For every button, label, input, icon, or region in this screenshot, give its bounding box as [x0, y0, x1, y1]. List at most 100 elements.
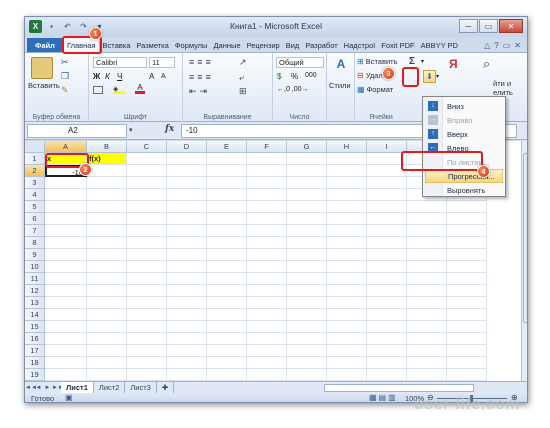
row-header-17[interactable]: 17 — [25, 345, 45, 357]
cell-i18[interactable] — [367, 357, 407, 369]
cell-h8[interactable] — [327, 237, 367, 249]
cell-e15[interactable] — [207, 321, 247, 333]
cell-d15[interactable] — [167, 321, 207, 333]
cell-a15[interactable] — [45, 321, 87, 333]
currency-icon[interactable]: $ — [277, 72, 281, 81]
cell-i8[interactable] — [367, 237, 407, 249]
cell-a19[interactable] — [45, 369, 87, 381]
cell-k10[interactable] — [447, 261, 487, 273]
tab-page-layout[interactable]: Разметка — [133, 38, 171, 52]
format-painter-icon[interactable]: ✎ — [61, 85, 69, 96]
cell-c18[interactable] — [127, 357, 167, 369]
column-header-e[interactable]: E — [207, 141, 247, 153]
cell-h2[interactable] — [327, 165, 367, 177]
cell-g7[interactable] — [287, 225, 327, 237]
cell-a5[interactable] — [45, 201, 87, 213]
cell-g6[interactable] — [287, 213, 327, 225]
insert-function-icon[interactable]: fx — [165, 124, 174, 134]
cell-d13[interactable] — [167, 297, 207, 309]
cell-b17[interactable] — [87, 345, 127, 357]
cell-e7[interactable] — [207, 225, 247, 237]
cell-i4[interactable] — [367, 189, 407, 201]
cell-c5[interactable] — [127, 201, 167, 213]
cell-i17[interactable] — [367, 345, 407, 357]
orientation-icon[interactable]: ↗ — [239, 57, 247, 68]
cell-j12[interactable] — [407, 285, 447, 297]
cell-g16[interactable] — [287, 333, 327, 345]
cell-a12[interactable] — [45, 285, 87, 297]
cell-j6[interactable] — [407, 213, 447, 225]
row-header-3[interactable]: 3 — [25, 177, 45, 189]
cell-h13[interactable] — [327, 297, 367, 309]
cell-f5[interactable] — [247, 201, 287, 213]
cell-a7[interactable] — [45, 225, 87, 237]
cell-d1[interactable] — [167, 153, 207, 165]
cell-d18[interactable] — [167, 357, 207, 369]
row-header-18[interactable]: 18 — [25, 357, 45, 369]
cell-a8[interactable] — [45, 237, 87, 249]
row-header-7[interactable]: 7 — [25, 225, 45, 237]
cell-f11[interactable] — [247, 273, 287, 285]
cell-d8[interactable] — [167, 237, 207, 249]
cell-c12[interactable] — [127, 285, 167, 297]
cell-d11[interactable] — [167, 273, 207, 285]
cell-f12[interactable] — [247, 285, 287, 297]
fill-down-item[interactable]: ↓ Вниз — [423, 99, 507, 113]
cell-f6[interactable] — [247, 213, 287, 225]
cell-j10[interactable] — [407, 261, 447, 273]
grow-font-button[interactable]: A — [149, 72, 154, 81]
cell-b5[interactable] — [87, 201, 127, 213]
borders-icon[interactable] — [93, 86, 103, 94]
cell-c1[interactable] — [127, 153, 167, 165]
cell-b14[interactable] — [87, 309, 127, 321]
row-header-11[interactable]: 11 — [25, 273, 45, 285]
cell-f13[interactable] — [247, 297, 287, 309]
cell-d5[interactable] — [167, 201, 207, 213]
minimize-button[interactable]: ─ — [459, 19, 478, 33]
font-color-icon[interactable]: A — [135, 84, 145, 94]
cell-b15[interactable] — [87, 321, 127, 333]
cell-d6[interactable] — [167, 213, 207, 225]
paste-button[interactable]: Вставить — [28, 81, 60, 90]
vertical-scroll-thumb[interactable] — [523, 153, 527, 323]
cell-e6[interactable] — [207, 213, 247, 225]
tab-view[interactable]: Вид — [283, 38, 303, 52]
horizontal-scrollbar[interactable] — [324, 383, 475, 392]
cell-e19[interactable] — [207, 369, 247, 381]
styles-icon[interactable]: A — [333, 57, 349, 75]
decimal-buttons-icon[interactable]: ←,0 ,00→ — [277, 86, 309, 93]
cell-b8[interactable] — [87, 237, 127, 249]
cell-e8[interactable] — [207, 237, 247, 249]
cell-b18[interactable] — [87, 357, 127, 369]
cell-g12[interactable] — [287, 285, 327, 297]
cell-c7[interactable] — [127, 225, 167, 237]
cell-g13[interactable] — [287, 297, 327, 309]
cell-a18[interactable] — [45, 357, 87, 369]
cell-a4[interactable] — [45, 189, 87, 201]
cell-j5[interactable] — [407, 201, 447, 213]
tab-formulas[interactable]: Формулы — [172, 38, 211, 52]
cell-c17[interactable] — [127, 345, 167, 357]
cell-a3[interactable] — [45, 177, 87, 189]
cell-k12[interactable] — [447, 285, 487, 297]
cell-i7[interactable] — [367, 225, 407, 237]
cell-k18[interactable] — [447, 357, 487, 369]
cell-h18[interactable] — [327, 357, 367, 369]
close-button[interactable]: ✕ — [499, 19, 523, 33]
fill-right-item[interactable]: → Вправо — [423, 113, 507, 127]
cell-j7[interactable] — [407, 225, 447, 237]
bold-button[interactable]: Ж — [93, 72, 100, 81]
cell-a14[interactable] — [45, 309, 87, 321]
row-header-2[interactable]: 2 — [25, 165, 45, 177]
vertical-align-icons[interactable]: ≡≡≡ — [189, 57, 214, 67]
cell-j17[interactable] — [407, 345, 447, 357]
cell-h9[interactable] — [327, 249, 367, 261]
cell-e18[interactable] — [207, 357, 247, 369]
cell-f16[interactable] — [247, 333, 287, 345]
cell-d16[interactable] — [167, 333, 207, 345]
cell-j11[interactable] — [407, 273, 447, 285]
row-header-8[interactable]: 8 — [25, 237, 45, 249]
cell-k14[interactable] — [447, 309, 487, 321]
cell-k7[interactable] — [447, 225, 487, 237]
cell-g8[interactable] — [287, 237, 327, 249]
